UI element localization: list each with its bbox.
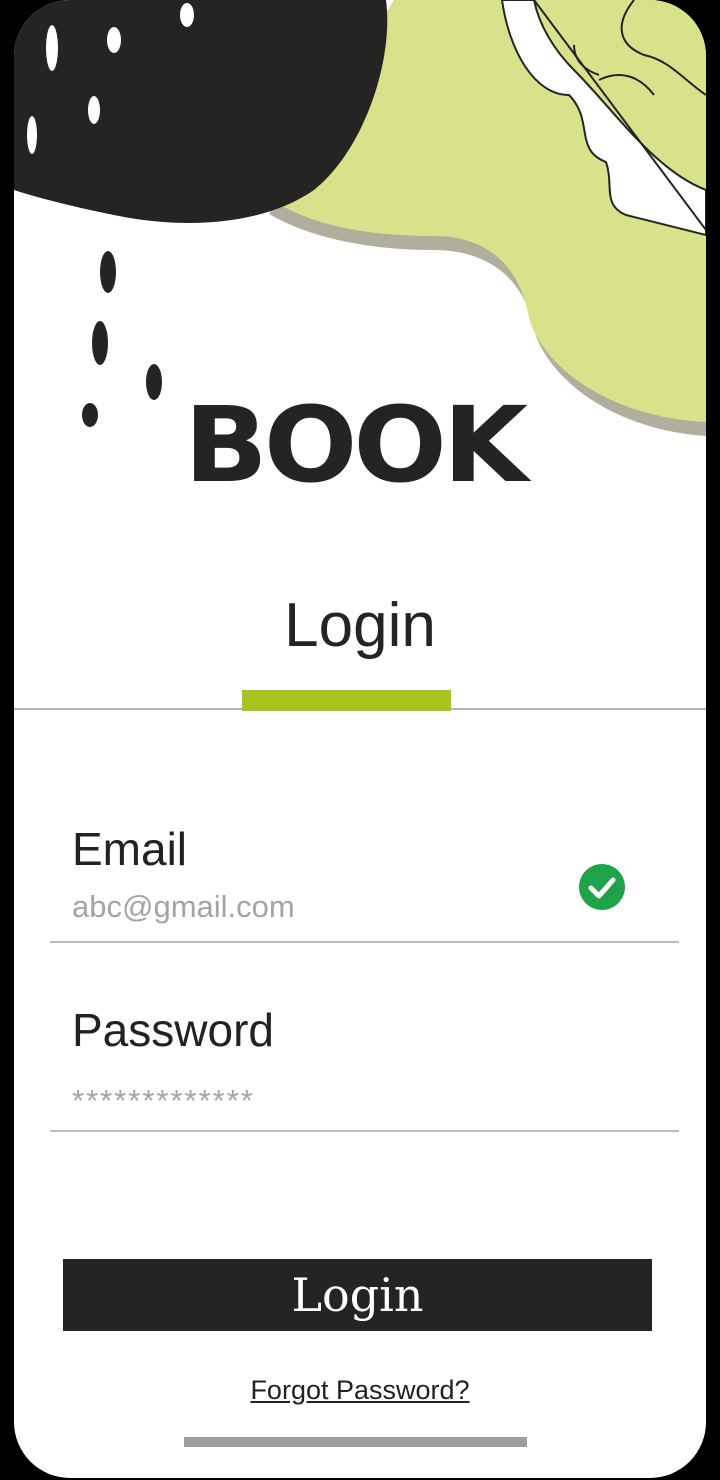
- active-tab-indicator: [242, 690, 451, 711]
- email-label: Email: [72, 823, 188, 875]
- password-underline: [50, 1130, 679, 1132]
- page-title: Login: [284, 591, 436, 660]
- check-circle-icon: [579, 864, 625, 910]
- email-field[interactable]: abc@gmail.com: [72, 889, 295, 925]
- email-underline: [50, 941, 679, 943]
- home-indicator[interactable]: [184, 1437, 527, 1447]
- password-field[interactable]: *************: [72, 1083, 255, 1119]
- login-button[interactable]: Login: [63, 1259, 652, 1331]
- password-label: Password: [72, 1004, 274, 1056]
- phone-screen: BOOK Login Email abc@gmail.com Password …: [14, 0, 706, 1478]
- forgot-password-link[interactable]: Forgot Password?: [14, 1375, 706, 1406]
- app-logo: BOOK: [184, 384, 528, 506]
